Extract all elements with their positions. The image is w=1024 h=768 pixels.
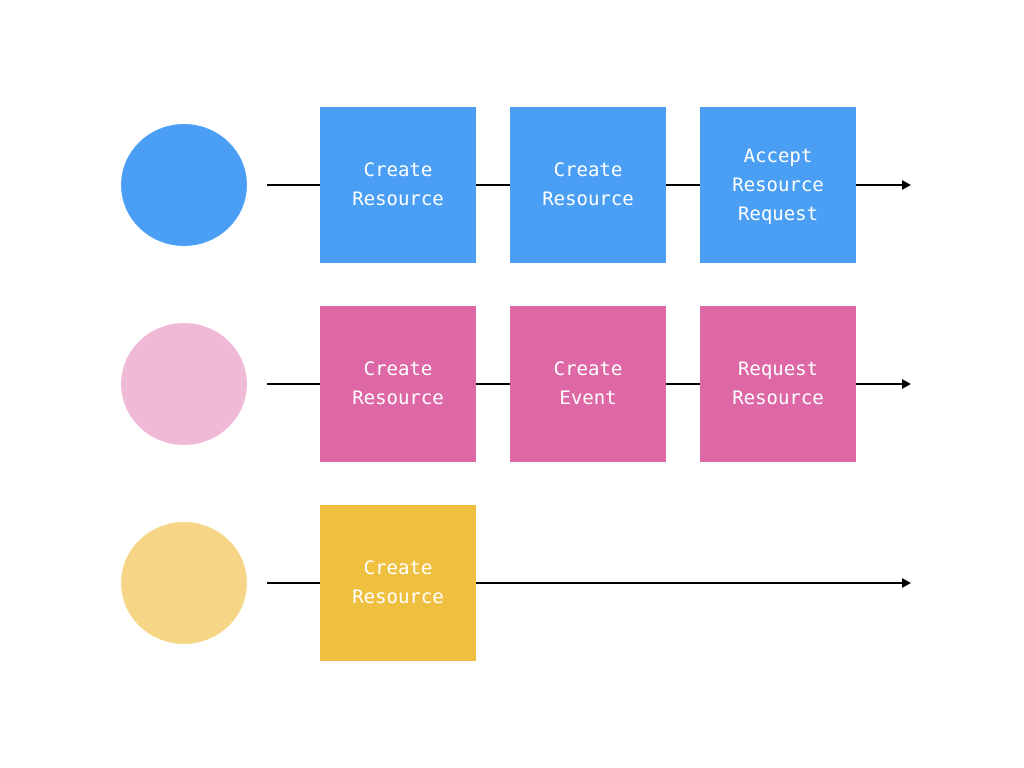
flow-diagram: Create Resource Create Resource Accept R…	[0, 0, 1024, 768]
lane-3: Create Resource	[0, 505, 1024, 665]
arrow-head-icon	[902, 180, 911, 190]
lane-1-step-2: Create Resource	[510, 107, 666, 263]
lane-2-step-1: Create Resource	[320, 306, 476, 462]
lane-1: Create Resource Create Resource Accept R…	[0, 107, 1024, 267]
lane-1-step-1: Create Resource	[320, 107, 476, 263]
lane-2-step-3: Request Resource	[700, 306, 856, 462]
lane-3-step-1: Create Resource	[320, 505, 476, 661]
lane-2: Create Resource Create Event Request Res…	[0, 306, 1024, 466]
arrow-head-icon	[902, 578, 911, 588]
arrow-head-icon	[902, 379, 911, 389]
lane-3-actor-circle	[121, 522, 247, 644]
lane-1-actor-circle	[121, 124, 247, 246]
lane-2-actor-circle	[121, 323, 247, 445]
lane-2-step-2: Create Event	[510, 306, 666, 462]
lane-1-step-3: Accept Resource Request	[700, 107, 856, 263]
